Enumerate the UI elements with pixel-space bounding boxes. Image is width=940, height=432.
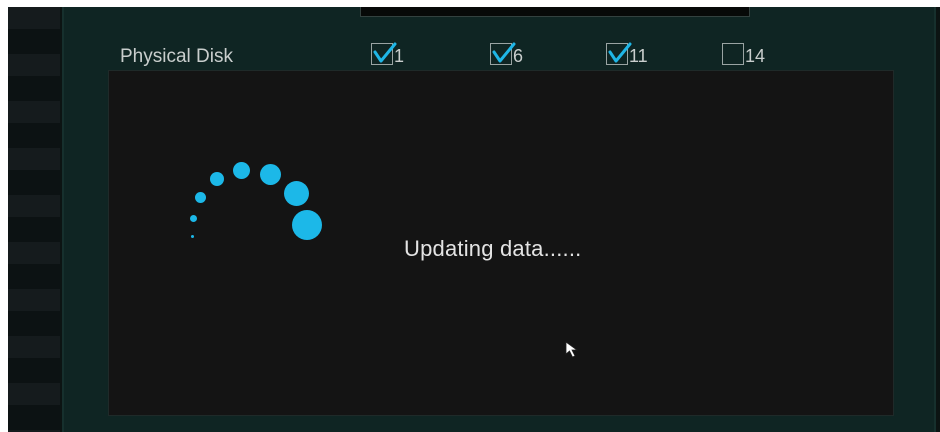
- spinner-dot: [195, 192, 206, 203]
- checkbox-checked-icon[interactable]: [371, 42, 397, 65]
- spinner-dot: [292, 210, 322, 240]
- spinner-dot: [210, 172, 224, 186]
- spinner-dot: [190, 215, 197, 222]
- background-panel: [8, 7, 60, 432]
- disk-checkbox-6[interactable]: 6: [490, 42, 523, 66]
- physical-disk-label: Physical Disk: [120, 46, 233, 67]
- loading-overlay: Updating data......: [108, 70, 894, 416]
- spinner-dot: [260, 164, 281, 185]
- screen: Physical Disk 1 6 11 14 Updating data...…: [8, 7, 940, 432]
- top-field[interactable]: [360, 7, 750, 17]
- loading-spinner-icon: [179, 153, 339, 253]
- loading-message: Updating data......: [404, 236, 582, 261]
- spinner-dot: [191, 235, 194, 238]
- mouse-pointer-icon: [565, 341, 583, 364]
- disk-checkbox-14[interactable]: 14: [722, 42, 765, 66]
- checkbox-unchecked-icon[interactable]: [722, 43, 744, 65]
- disk-checkbox-1[interactable]: 1: [371, 42, 404, 66]
- checkbox-checked-icon[interactable]: [490, 42, 516, 65]
- spinner-dot: [284, 181, 309, 206]
- checkbox-checked-icon[interactable]: [606, 42, 632, 65]
- disk-checkbox-11[interactable]: 11: [606, 42, 648, 66]
- disk-number-label: 14: [745, 45, 766, 66]
- spinner-dot: [233, 162, 250, 179]
